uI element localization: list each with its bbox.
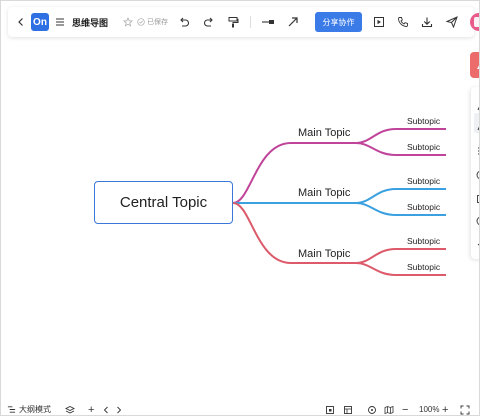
share-collaborate-button[interactable]: 分享协作: [315, 12, 362, 32]
subtopic-node-2-1[interactable]: Subtopic: [407, 176, 440, 186]
subtopic-node-2-2[interactable]: Subtopic: [407, 202, 440, 212]
next-page-icon[interactable]: [115, 402, 123, 415]
main-topic-node-1[interactable]: Main Topic: [298, 127, 350, 139]
user-avatar[interactable]: [470, 13, 479, 31]
menu-icon[interactable]: [53, 7, 67, 37]
format-painter-icon[interactable]: [226, 7, 240, 37]
locate-icon[interactable]: [367, 402, 377, 415]
outline-mode-label: 大纲模式: [19, 405, 51, 414]
branch-lines: [232, 128, 446, 276]
sub-line-3-1: [355, 248, 446, 264]
app-logo: On: [31, 13, 49, 31]
document-title[interactable]: 思维导图: [72, 7, 108, 37]
sub-line-2-1: [355, 188, 446, 204]
fullscreen-icon[interactable]: [460, 402, 470, 415]
star-icon[interactable]: [122, 7, 134, 37]
minimap-icon[interactable]: [343, 402, 353, 415]
main-topic-node-3[interactable]: Main Topic: [298, 248, 350, 260]
note-icon[interactable]: [476, 191, 479, 203]
style-panel-toggle-button[interactable]: [470, 52, 479, 78]
saved-status: 已保存: [137, 7, 168, 37]
download-icon[interactable]: [420, 7, 434, 37]
layers-icon[interactable]: [65, 402, 75, 415]
present-icon[interactable]: [372, 7, 386, 37]
text-style-icon[interactable]: [476, 99, 479, 111]
outline-icon: [7, 406, 16, 413]
back-icon[interactable]: [14, 7, 28, 37]
undo-icon[interactable]: [177, 7, 191, 37]
add-page-icon[interactable]: +: [88, 402, 94, 416]
zoom-out-button[interactable]: −: [402, 402, 408, 416]
top-toolbar: On 思维导图 已保存 分享协作: [8, 7, 479, 37]
redo-icon[interactable]: [202, 7, 216, 37]
fit-page-icon[interactable]: [325, 402, 335, 415]
zoom-level[interactable]: 100%: [419, 402, 439, 415]
map-icon[interactable]: [384, 402, 394, 415]
mindmap-canvas[interactable]: Central Topic Main Topic Main Topic Main…: [1, 41, 479, 401]
layout-icon[interactable]: [476, 143, 479, 155]
saved-status-label: 已保存: [147, 19, 168, 26]
more-icon[interactable]: [476, 237, 479, 247]
comment-icon[interactable]: [476, 213, 479, 225]
saved-check-icon: [137, 18, 145, 26]
toolbar-divider: [250, 16, 251, 28]
sub-line-1-1: [355, 128, 446, 144]
subtopic-node-1-1[interactable]: Subtopic: [407, 116, 440, 126]
connector-line-icon[interactable]: [260, 7, 276, 37]
outline-mode-button[interactable]: 大纲模式: [7, 402, 51, 415]
avatar-image: [474, 17, 479, 27]
send-icon[interactable]: [445, 7, 459, 37]
subtopic-node-3-2[interactable]: Subtopic: [407, 262, 440, 272]
zoom-in-button[interactable]: +: [442, 402, 448, 416]
prev-page-icon[interactable]: [102, 402, 110, 415]
mindmap-app: Central Topic Main Topic Main Topic Main…: [0, 0, 480, 416]
subtopic-node-1-2[interactable]: Subtopic: [407, 142, 440, 152]
central-topic-node[interactable]: Central Topic: [94, 181, 233, 224]
right-side-panel: [471, 87, 479, 259]
info-icon[interactable]: [476, 167, 479, 179]
phone-icon[interactable]: [396, 7, 410, 37]
bottom-status-bar: 大纲模式 + − 100% +: [1, 402, 479, 416]
arrow-tool-icon[interactable]: [286, 7, 300, 37]
main-topic-node-2[interactable]: Main Topic: [298, 187, 350, 199]
theme-style-icon[interactable]: [476, 119, 479, 131]
subtopic-node-3-1[interactable]: Subtopic: [407, 236, 440, 246]
